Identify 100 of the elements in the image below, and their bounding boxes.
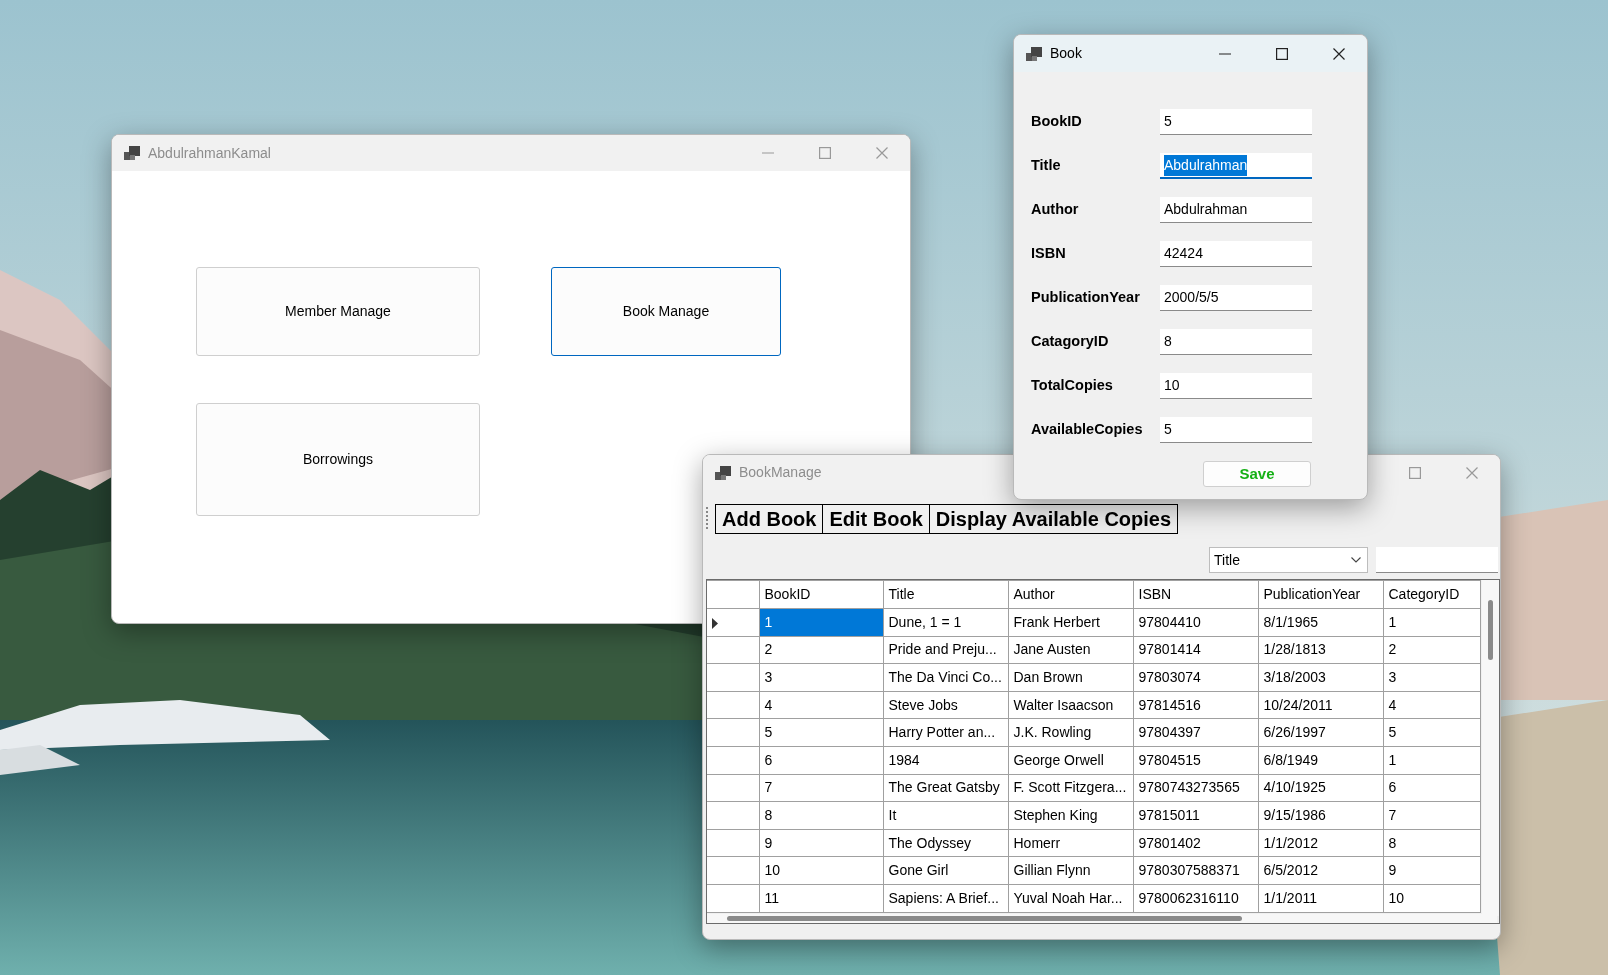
column-header[interactable]: ISBN	[1133, 580, 1258, 609]
table-cell: Pride and Preju...	[883, 636, 1008, 664]
table-cell: 97803074	[1133, 663, 1258, 692]
field-label: PublicationYear	[1031, 288, 1141, 308]
table-cell: 9780743273565	[1133, 774, 1258, 802]
search-by-dropdown[interactable]: Title	[1209, 547, 1368, 573]
table-cell: The Odyssey	[883, 829, 1008, 857]
table-cell: 5	[1383, 718, 1480, 747]
toolbar-button[interactable]: Edit Book	[822, 503, 930, 534]
table-cell: 1/28/1813	[1258, 636, 1383, 664]
table-cell: 1984	[883, 746, 1008, 775]
close-icon	[875, 147, 888, 159]
table-cell: 97815011	[1133, 801, 1258, 830]
table-cell: 97814516	[1133, 691, 1258, 719]
column-header[interactable]: Title	[883, 580, 1008, 609]
app-icon	[1026, 46, 1042, 61]
toolbar-button[interactable]: Display Available Copies	[928, 503, 1179, 534]
table-cell: 97801402	[1133, 829, 1258, 857]
maximize-icon	[818, 147, 831, 159]
field-label: Author	[1031, 200, 1080, 220]
search-field[interactable]	[1376, 547, 1498, 573]
scrollbar-thumb[interactable]	[1488, 600, 1493, 660]
table-cell: Dune, 1 = 1	[883, 608, 1008, 637]
table-cell: The Great Gatsby	[883, 774, 1008, 802]
table-cell: Walter Isaacson	[1008, 691, 1133, 719]
table-cell: 9/15/1986	[1258, 801, 1383, 830]
close-icon	[1465, 466, 1478, 479]
window-title: Book	[1050, 44, 1082, 63]
table-cell: 1/1/2012	[1258, 829, 1383, 857]
table-cell: Steve Jobs	[883, 691, 1008, 719]
table-cell: 7	[759, 774, 883, 802]
table-cell: 4	[759, 691, 883, 719]
table-cell: Frank Herbert	[1008, 608, 1133, 637]
input-field[interactable]: Abdulrahman	[1160, 197, 1312, 223]
table-cell: Yuval Noah Har...	[1008, 884, 1133, 913]
column-header[interactable]: BookID	[759, 580, 883, 609]
table-cell: 3	[759, 663, 883, 692]
close-icon	[1332, 47, 1345, 60]
column-header[interactable]: CategoryID	[1383, 580, 1480, 609]
table-cell: Sapiens: A Brief...	[883, 884, 1008, 913]
table-cell: 6/8/1949	[1258, 746, 1383, 775]
menu-button[interactable]: Member Manage	[196, 267, 480, 356]
input-field[interactable]: Abdulrahman	[1160, 153, 1312, 179]
maximize-icon	[1275, 47, 1288, 60]
table-cell: 97804515	[1133, 746, 1258, 775]
table-cell: 6	[1383, 774, 1480, 802]
menu-button[interactable]: Borrowings	[196, 403, 480, 516]
table-cell: 97804397	[1133, 718, 1258, 747]
table-cell: 8/1/1965	[1258, 608, 1383, 637]
table-cell: 9780062316110	[1133, 884, 1258, 913]
field-label: TotalCopies	[1031, 376, 1114, 396]
table-cell: 4	[1383, 691, 1480, 719]
table-cell: 10	[1383, 884, 1480, 913]
table-cell: 97801414	[1133, 636, 1258, 664]
input-field[interactable]: 42424	[1160, 241, 1312, 267]
table-cell: 1	[759, 608, 883, 637]
table-cell: 8	[1383, 829, 1480, 857]
field-label: ISBN	[1031, 244, 1067, 264]
table-cell: 9	[1383, 856, 1480, 885]
table-cell: 2	[759, 636, 883, 664]
table-cell: 7	[1383, 801, 1480, 830]
window-title: BookManage	[739, 463, 822, 482]
table-cell: 3	[1383, 663, 1480, 692]
table-cell: 1/1/2011	[1258, 884, 1383, 913]
toolbar-button[interactable]: Add Book	[715, 503, 824, 534]
table-cell: Gillian Flynn	[1008, 856, 1133, 885]
table-cell: 8	[759, 801, 883, 830]
table-cell: F. Scott Fitzgera...	[1008, 774, 1133, 802]
table-cell: 5	[759, 718, 883, 747]
app-icon	[715, 465, 731, 480]
table-cell: 97804410	[1133, 608, 1258, 637]
column-header[interactable]: PublicationYear	[1258, 580, 1383, 609]
menu-button[interactable]: Book Manage	[551, 267, 781, 356]
table-cell: It	[883, 801, 1008, 830]
input-field[interactable]: 5	[1160, 417, 1312, 443]
scrollbar-thumb[interactable]	[727, 916, 1242, 921]
table-cell: 9780307588371	[1133, 856, 1258, 885]
table-cell: 11	[759, 884, 883, 913]
table-cell: Harry Potter an...	[883, 718, 1008, 747]
row-header[interactable]	[707, 608, 759, 637]
input-field[interactable]: 5	[1160, 109, 1312, 135]
app-icon	[124, 146, 140, 160]
table-cell: 1	[1383, 746, 1480, 775]
table-cell: Jane Austen	[1008, 636, 1133, 664]
input-field[interactable]: 8	[1160, 329, 1312, 355]
field-label: AvailableCopies	[1031, 420, 1144, 440]
toolbar-grip-icon	[706, 506, 709, 531]
table-cell: 1	[1383, 608, 1480, 637]
input-field[interactable]: 2000/5/5	[1160, 285, 1312, 311]
table-cell: 4/10/1925	[1258, 774, 1383, 802]
table-cell: 6/26/1997	[1258, 718, 1383, 747]
input-field[interactable]: 10	[1160, 373, 1312, 399]
table-cell: 10	[759, 856, 883, 885]
field-label: BookID	[1031, 112, 1083, 132]
column-header[interactable]: Author	[1008, 580, 1133, 609]
field-label: CatagoryID	[1031, 332, 1110, 352]
table-cell: Gone Girl	[883, 856, 1008, 885]
field-label: Title	[1031, 156, 1062, 176]
table-cell: 9	[759, 829, 883, 857]
table-cell: 10/24/2011	[1258, 691, 1383, 719]
